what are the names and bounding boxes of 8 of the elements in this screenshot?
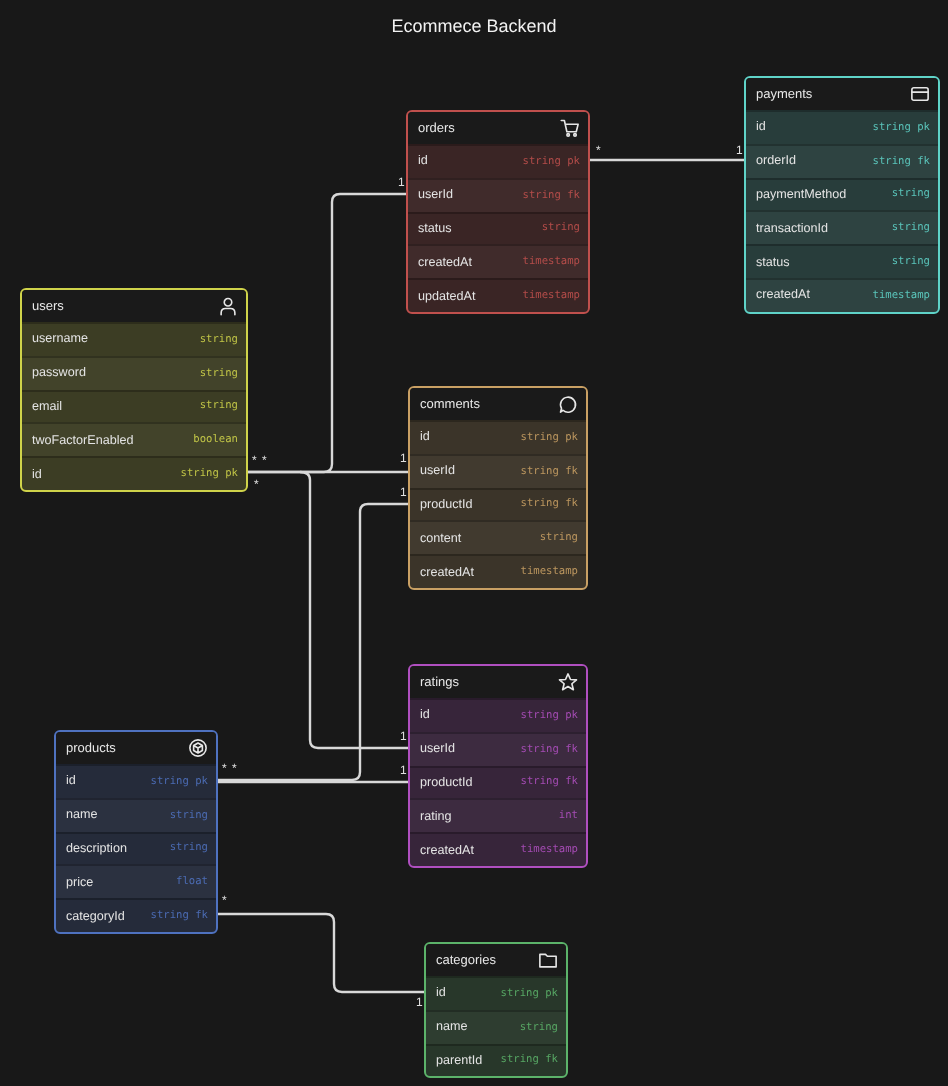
credit-card-icon <box>910 84 930 104</box>
user-icon <box>218 296 238 316</box>
cart-icon <box>560 118 580 138</box>
cube-icon <box>188 738 208 758</box>
speech-bubble-icon <box>558 394 578 414</box>
star-icon <box>558 672 578 692</box>
diagram-title: Ecommece Backend <box>391 16 557 36</box>
folder-icon <box>538 950 558 970</box>
